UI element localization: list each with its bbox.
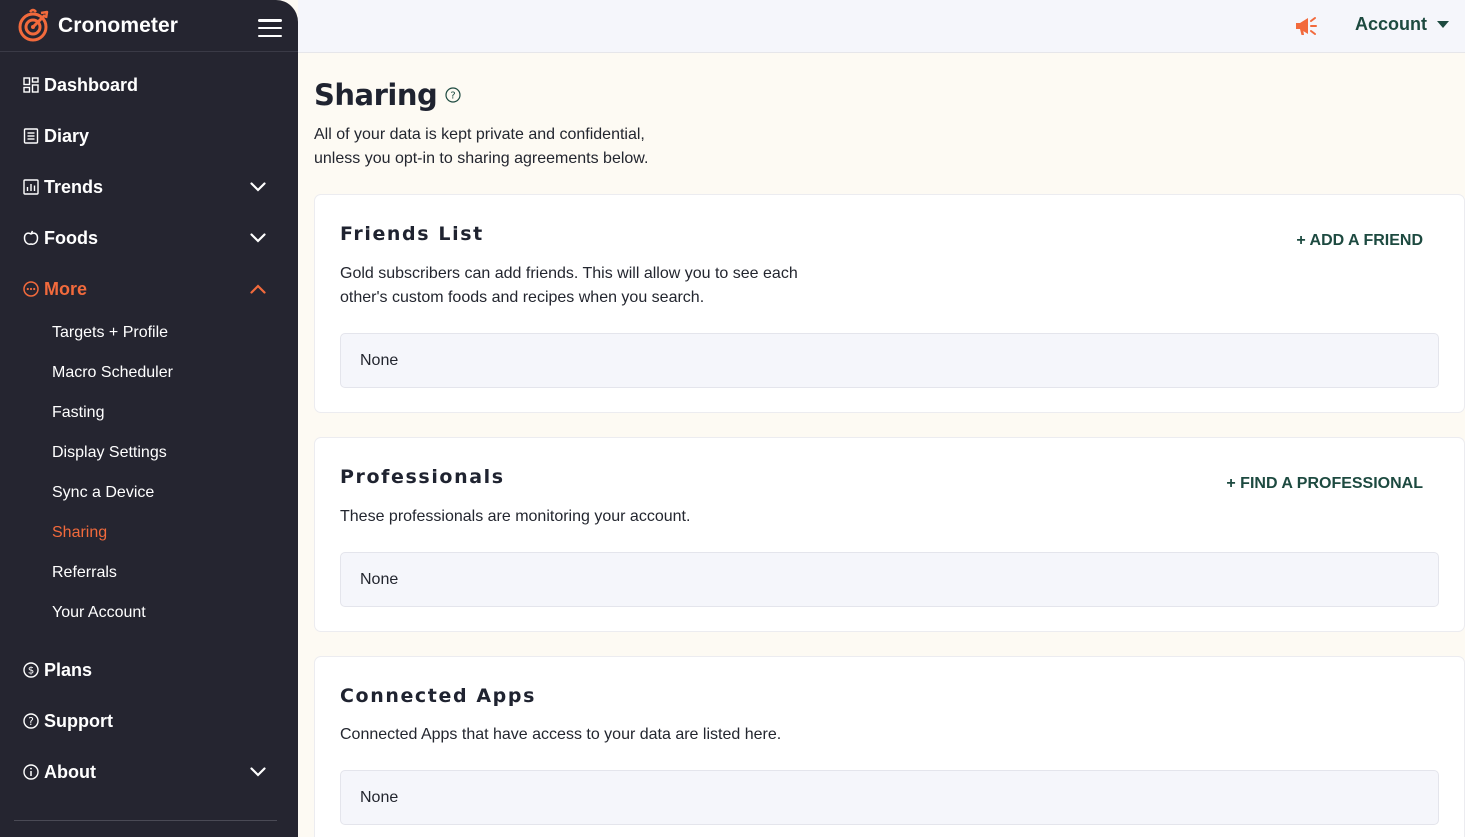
submenu-item-sync-device[interactable]: Sync a Device [52, 481, 154, 505]
svg-text:?: ? [451, 91, 456, 102]
friends-list-description: Gold subscribers can add friends. This w… [340, 265, 798, 306]
find-professional-button[interactable]: + FIND A PROFESSIONAL [1226, 475, 1423, 493]
connected-apps-title: Connected Apps [340, 685, 536, 707]
megaphone-icon[interactable] [1294, 14, 1320, 38]
apple-icon [22, 230, 39, 247]
submenu-item-your-account[interactable]: Your Account [52, 601, 146, 625]
sidebar-item-more[interactable]: More [0, 269, 298, 309]
add-friend-button[interactable]: + ADD A FRIEND [1296, 232, 1423, 250]
sidebar-item-support[interactable]: ? Support [0, 701, 298, 741]
brand-name[interactable]: Cronometer [58, 14, 178, 38]
sidebar-item-dashboard[interactable]: Dashboard [0, 65, 298, 105]
connected-apps-card: Connected Apps Connected Apps that have … [314, 656, 1465, 837]
page-description: All of your data is kept private and con… [314, 126, 649, 167]
sidebar-item-label: Plans [44, 659, 93, 680]
more-dots-icon [22, 281, 39, 298]
chevron-down-icon[interactable] [249, 180, 266, 194]
submenu-item-display-settings[interactable]: Display Settings [52, 441, 167, 465]
chevron-down-icon[interactable] [249, 231, 266, 245]
sidebar-item-label: Dashboard [44, 74, 139, 95]
svg-text:$: $ [27, 666, 33, 677]
sidebar-item-foods[interactable]: Foods [0, 218, 298, 258]
professionals-empty: None [340, 552, 1439, 607]
sidebar-divider [14, 820, 277, 821]
submenu-item-targets-profile[interactable]: Targets + Profile [52, 321, 168, 345]
caret-down-icon [1437, 21, 1449, 28]
brand-header: Cronometer [0, 0, 298, 52]
page-title: Sharing [314, 78, 438, 112]
submenu-item-referrals[interactable]: Referrals [52, 561, 117, 585]
sidebar: Cronometer Dashboard Diary Trends Foods … [0, 0, 298, 837]
top-bar: Account [298, 0, 1465, 53]
submenu-item-fasting[interactable]: Fasting [52, 401, 104, 425]
page-header: Sharing ? [314, 78, 461, 112]
professionals-description: These professionals are monitoring your … [340, 508, 691, 525]
sidebar-item-label: Trends [44, 176, 104, 197]
sidebar-item-about[interactable]: About [0, 752, 298, 792]
friends-list-empty: None [340, 333, 1439, 388]
sidebar-item-label: Foods [44, 227, 98, 248]
bar-chart-icon [22, 179, 39, 196]
dollar-circle-icon: $ [22, 662, 39, 679]
sidebar-item-label: About [44, 761, 96, 782]
professionals-card: Professionals + FIND A PROFESSIONAL Thes… [314, 437, 1465, 632]
info-circle-icon [22, 764, 39, 781]
connected-apps-empty: None [340, 770, 1439, 825]
sidebar-item-label: Diary [44, 125, 90, 146]
friends-list-card: Friends List + ADD A FRIEND Gold subscri… [314, 194, 1465, 413]
connected-apps-description: Connected Apps that have access to your … [340, 726, 782, 743]
chevron-up-icon[interactable] [249, 282, 266, 296]
sidebar-item-diary[interactable]: Diary [0, 116, 298, 156]
friends-list-title: Friends List [340, 223, 484, 245]
submenu-item-sharing[interactable]: Sharing [52, 521, 107, 545]
submenu-item-macro-scheduler[interactable]: Macro Scheduler [52, 361, 173, 385]
sidebar-item-plans[interactable]: $ Plans [0, 650, 298, 690]
question-circle-icon: ? [22, 713, 39, 730]
chevron-down-icon[interactable] [249, 765, 266, 779]
account-label: Account [1355, 14, 1427, 34]
account-menu[interactable]: Account [1355, 14, 1449, 35]
sidebar-item-trends[interactable]: Trends [0, 167, 298, 207]
help-question-icon[interactable]: ? [445, 87, 461, 103]
cronometer-logo-icon[interactable] [17, 8, 52, 43]
dashboard-grid-icon [22, 77, 39, 94]
sidebar-item-label: More [44, 278, 88, 299]
svg-text:?: ? [28, 716, 34, 728]
diary-list-icon [22, 128, 39, 145]
professionals-title: Professionals [340, 466, 505, 488]
sidebar-item-label: Support [44, 710, 113, 731]
hamburger-menu-icon[interactable] [258, 19, 282, 37]
